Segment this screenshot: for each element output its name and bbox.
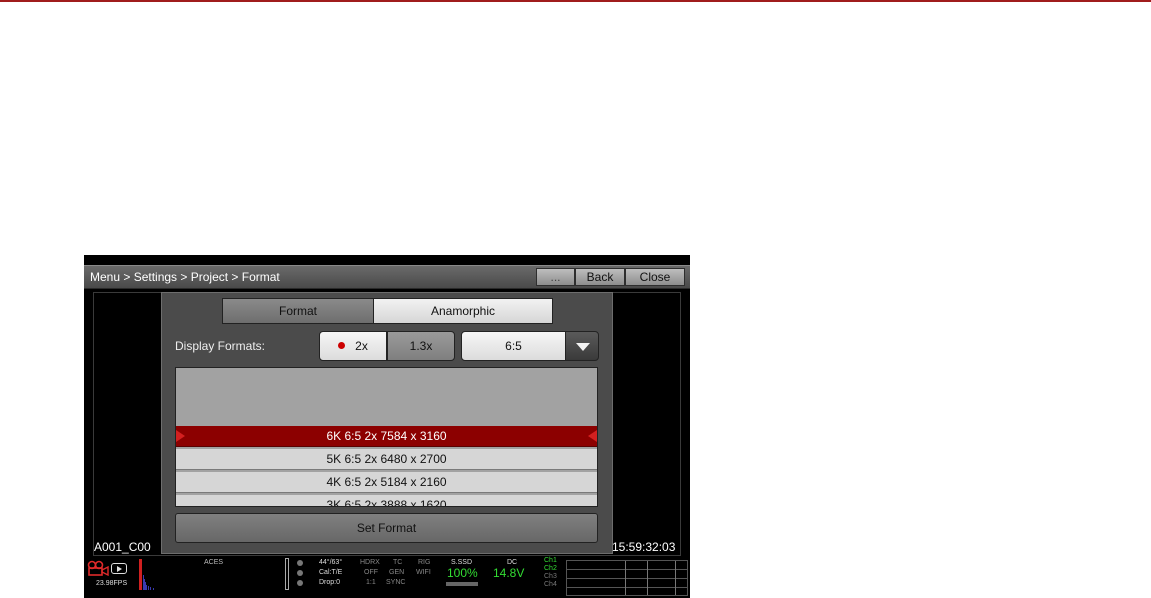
audio-meter-line (567, 569, 687, 570)
histogram-icon (139, 559, 154, 590)
ratio-value: 1:1 (366, 579, 376, 586)
top-accent-line (0, 0, 1151, 2)
hdrx-value: OFF (364, 569, 378, 576)
audio-meter-tick (625, 561, 626, 595)
selected-dot-icon (338, 342, 346, 350)
indicator-dot-icon (297, 570, 303, 576)
rig-label: RIG (418, 559, 431, 566)
rig-value: WIFI (416, 569, 431, 576)
format-dialog: Format Anamorphic Display Formats: 2x 1.… (161, 292, 613, 554)
squeeze-2x-option[interactable]: 2x (319, 331, 387, 361)
tc-value: GEN (389, 569, 405, 576)
tab-format[interactable]: Format (222, 298, 374, 324)
indicator-dot-icon (297, 560, 303, 566)
calibration: Cal:T/E (319, 569, 343, 576)
tc-label: TC (393, 559, 403, 566)
color-space: ACES (204, 559, 224, 566)
list-item[interactable]: 5K 6:5 2x 6480 x 2700 (176, 449, 597, 470)
sensor-temp: 44°/63° (319, 559, 343, 566)
indicator-dot-icon (297, 580, 303, 586)
aspect-ratio-dropdown-button[interactable] (565, 331, 599, 361)
channel-4-label: Ch4 (544, 581, 557, 588)
dropped-frames: Drop:0 (319, 579, 341, 586)
breadcrumb: Menu > Settings > Project > Format (90, 270, 280, 284)
media-bar-icon (446, 582, 478, 586)
set-format-button[interactable]: Set Format (175, 513, 598, 543)
list-item[interactable]: 3K 6:5 2x 3888 x 1620 (176, 495, 597, 507)
selection-right-arrow-icon (588, 430, 597, 442)
close-button[interactable]: Close (625, 268, 685, 286)
playback-icon[interactable] (111, 563, 127, 574)
record-camera-icon (87, 560, 109, 576)
menu-header: Menu > Settings > Project > Format ... B… (84, 265, 690, 289)
list-item[interactable]: 6K 6:5 2x 7584 x 3160 (176, 426, 597, 447)
display-formats-label: Display Formats: (175, 339, 266, 353)
chevron-down-icon (576, 343, 590, 351)
audio-meter-line (567, 587, 687, 588)
timecode: 15:59:32:03 (612, 540, 676, 554)
aspect-ratio-select[interactable]: 6:5 (461, 331, 566, 361)
audio-meter-tick (647, 561, 648, 595)
channel-2-label: Ch2 (544, 565, 557, 572)
more-button[interactable]: ... (536, 268, 575, 286)
list-item-label: 3K 6:5 2x 3888 x 1620 (326, 498, 447, 507)
format-list[interactable]: 6K 6:5 2x 7584 x 3160 5K 6:5 2x 6480 x 2… (175, 367, 598, 507)
hdrx-label: HDRX (360, 559, 380, 566)
power-voltage: 14.8V (493, 566, 525, 580)
fps-readout: 23.98FPS (96, 580, 128, 587)
status-bar: 23.98FPS ACES 44°/63° Cal:T/E Drop:0 HDR… (84, 557, 690, 598)
level-meter (285, 558, 289, 590)
camera-screen: Menu > Settings > Project > Format ... B… (84, 255, 690, 598)
list-item-label: 6K 6:5 2x 7584 x 3160 (326, 429, 447, 443)
audio-meters (566, 560, 688, 596)
list-item[interactable]: 4K 6:5 2x 5184 x 2160 (176, 472, 597, 493)
back-button[interactable]: Back (575, 268, 625, 286)
channel-1-label: Ch1 (544, 557, 557, 564)
audio-meter-line (567, 578, 687, 579)
channel-3-label: Ch3 (544, 573, 557, 580)
squeeze-2x-label: 2x (355, 339, 368, 353)
selection-left-arrow-icon (176, 430, 185, 442)
clip-name: A001_C00 (94, 540, 151, 554)
tab-anamorphic[interactable]: Anamorphic (373, 298, 553, 324)
squeeze-1-3x-option[interactable]: 1.3x (387, 331, 455, 361)
audio-meter-tick (675, 561, 676, 595)
list-item-label: 5K 6:5 2x 6480 x 2700 (326, 452, 447, 466)
sync-value: SYNC (386, 579, 406, 586)
list-item-label: 4K 6:5 2x 5184 x 2160 (326, 475, 447, 489)
media-percent: 100% (447, 566, 478, 580)
